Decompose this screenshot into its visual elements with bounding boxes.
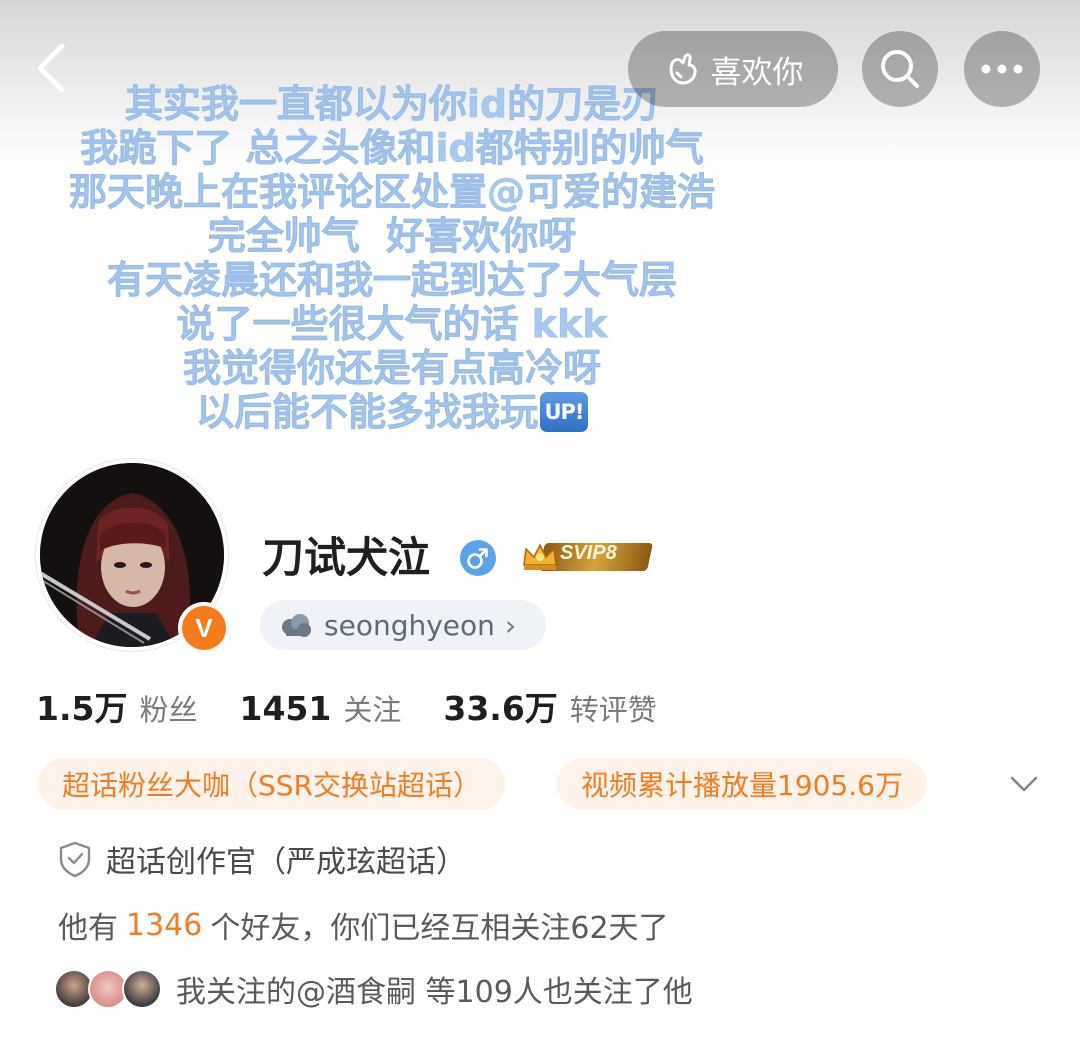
friends-count: 1346: [126, 907, 203, 943]
handle-link[interactable]: seonghyeon ›: [260, 600, 546, 650]
stat-followers[interactable]: 1.5万 粉丝: [36, 682, 197, 730]
cover-line: 有天凌晨还和我一起到达了大气层: [106, 258, 678, 303]
cover-text: 其实我一直都以为你id的刀是刃 我跪下了 总之头像和id都特别的帅气 那天晚上在…: [0, 82, 784, 435]
like-you-button[interactable]: 喜欢你: [628, 31, 838, 107]
cover-line: 那天晚上在我评论区处置@可爱的建浩: [68, 170, 716, 215]
search-button[interactable]: [862, 31, 938, 107]
cloud-icon: [282, 614, 311, 637]
creator-text: 超话创作官（严成玹超话）: [106, 845, 466, 880]
back-icon: [37, 43, 65, 93]
mutual-avatars: [54, 967, 166, 1011]
cover-line: 我觉得你还是有点高冷呀: [182, 346, 602, 391]
male-icon: [460, 540, 496, 576]
handle-text: seonghyeon: [324, 608, 495, 642]
cover-line-last: 以后能不能多找我玩 UP!: [0, 390, 784, 434]
back-button[interactable]: [28, 40, 78, 96]
svip-label: SVIP8: [560, 542, 617, 564]
chevron-down-icon[interactable]: [1008, 768, 1040, 800]
friends-row[interactable]: 他有 1346 个好友，你们已经互相关注62天了: [58, 904, 669, 947]
handle-chevron-icon: ›: [504, 608, 517, 642]
tag-supertopic-fan[interactable]: 超话粉丝大咖（SSR交换站超话）: [38, 758, 506, 810]
friends-suffix: 个好友，你们已经互相关注62天了: [210, 911, 669, 946]
stat-label: 转评赞: [569, 693, 657, 727]
more-icon: [981, 64, 1023, 74]
like-you-label: 喜欢你: [710, 54, 804, 91]
stat-likes[interactable]: 33.6万 转评赞: [443, 682, 656, 730]
stats-row: 1.5万 粉丝 1451 关注 33.6万 转评赞: [36, 682, 699, 728]
mini-avatar: [122, 969, 162, 1009]
like-hand-icon: [669, 53, 697, 85]
crown-icon: [523, 543, 557, 570]
stat-following[interactable]: 1451 关注: [239, 687, 401, 729]
cover-line: 说了一些很大气的话 kkk: [176, 302, 608, 347]
cover-line: 完全帅气 好喜欢你呀: [207, 214, 577, 259]
svip-badge[interactable]: SVIP8: [520, 537, 654, 577]
friends-prefix: 他有: [58, 911, 118, 946]
stat-label: 关注: [343, 693, 402, 727]
more-button[interactable]: [964, 31, 1040, 107]
stat-label: 粉丝: [139, 693, 198, 727]
search-icon: [881, 50, 919, 88]
stat-number: 1.5万: [36, 689, 128, 728]
up-emoji: UP!: [540, 391, 588, 432]
creator-row[interactable]: 超话创作官（严成玹超话）: [58, 838, 466, 880]
username: 刀试犬泣: [262, 533, 431, 582]
cover-line: 我跪下了 总之头像和id都特别的帅气: [80, 126, 704, 171]
mutual-text: 我关注的@酒食嗣 等109人也关注了他: [176, 975, 693, 1010]
stat-number: 33.6万: [443, 689, 558, 728]
cover-line: 以后能不能多找我玩: [195, 390, 539, 435]
mutual-follow-row[interactable]: 我关注的@酒食嗣 等109人也关注了他: [54, 966, 693, 1012]
stat-number: 1451: [239, 689, 332, 728]
shield-icon: [59, 841, 91, 878]
tag-video-plays[interactable]: 视频累计播放量1905.6万: [557, 758, 927, 810]
verified-badge: V: [178, 602, 230, 654]
